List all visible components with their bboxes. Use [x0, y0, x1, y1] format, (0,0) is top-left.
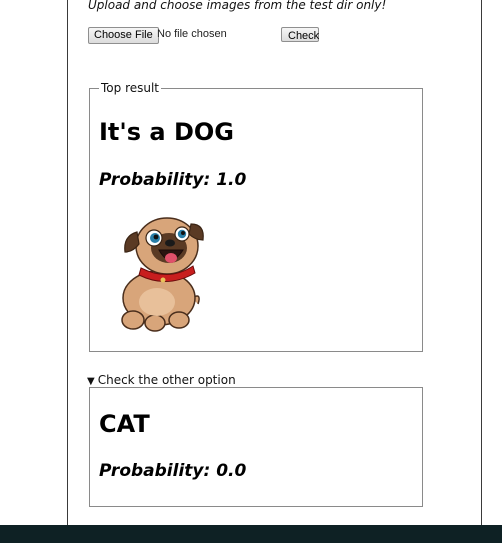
other-probability: Probability: 0.0 — [99, 461, 247, 481]
page-border-right — [481, 0, 482, 525]
upload-instructions: Upload and choose images from the test d… — [88, 0, 387, 12]
triangle-down-icon: ▼ — [87, 376, 95, 387]
other-option-toggle[interactable]: ▼ Check the other option — [87, 373, 236, 387]
file-status-text: No file chosen — [157, 28, 227, 40]
uploaded-dog-image — [121, 217, 204, 332]
other-option-panel — [89, 387, 423, 507]
other-option-summary-label: Check the other option — [97, 373, 236, 387]
result-heading: It's a DOG — [99, 118, 234, 146]
page-border-left — [67, 0, 68, 525]
top-result-legend: Top result — [99, 81, 162, 95]
result-probability: Probability: 1.0 — [99, 170, 247, 190]
other-heading: CAT — [99, 410, 150, 438]
check-button[interactable]: Check — [281, 27, 319, 42]
choose-file-button[interactable]: Choose File — [88, 27, 159, 44]
bottom-bar — [0, 525, 502, 543]
